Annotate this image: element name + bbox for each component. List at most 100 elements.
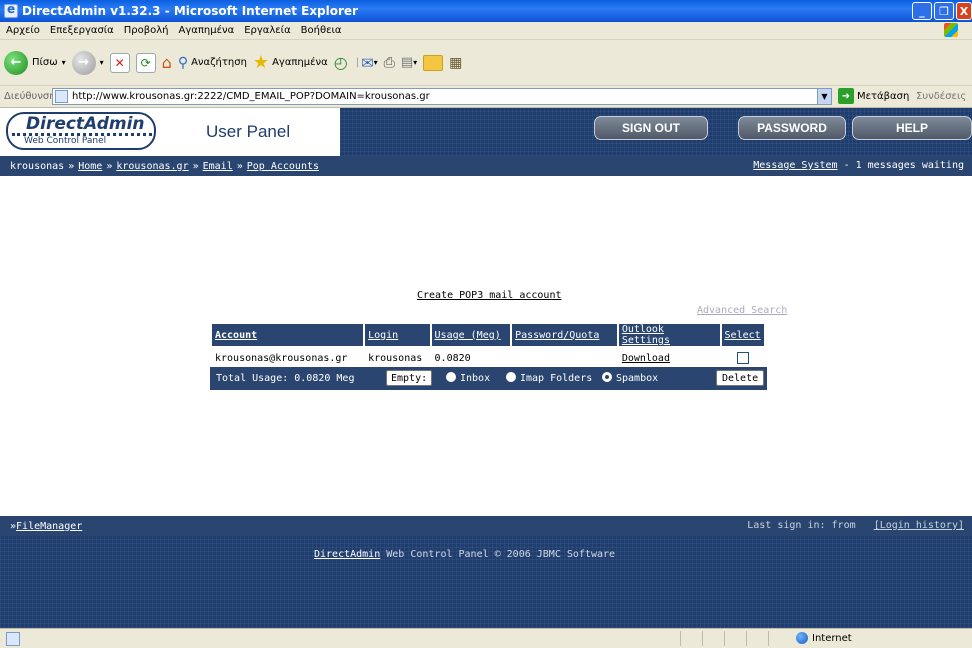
address-input[interactable]: http://www.krousonas.gr:2222/CMD_EMAIL_P… [52, 88, 832, 105]
col-select[interactable]: Select [721, 324, 764, 346]
col-outlook[interactable]: Outlook Settings [618, 324, 720, 346]
directadmin-header: DirectAdmin Web Control Panel User Panel… [0, 108, 972, 156]
breadcrumb-user: krousonas [10, 160, 65, 172]
breadcrumb-home[interactable]: Home [78, 161, 102, 172]
table-row: krousonas@krousonas.gr krousonas 0.0820 … [212, 348, 764, 368]
inbox-label: Inbox [460, 373, 491, 384]
search-label: Αναζήτηση [191, 57, 247, 68]
delete-button[interactable]: Delete [716, 370, 765, 386]
back-button[interactable]: ← Πίσω ▾ [4, 50, 66, 75]
breadcrumb-domain[interactable]: krousonas.gr [116, 161, 188, 172]
menu-view[interactable]: Προβολή [124, 25, 169, 36]
password-quota-cell [512, 348, 617, 368]
imap-radio[interactable] [506, 372, 516, 382]
footer-bar: » FileManager Last sign in: from [Login … [0, 516, 972, 536]
panel-title: User Panel [206, 122, 291, 141]
stop-icon[interactable]: ✕ [109, 52, 130, 73]
mail-dropdown-icon: ▾ [373, 58, 378, 67]
copyright: DirectAdmin Web Control Panel © 2006 JBM… [314, 549, 615, 560]
mail-icon[interactable]: ✉ [361, 54, 374, 72]
menu-tools[interactable]: Εργαλεία [244, 25, 290, 36]
status-cell [680, 631, 702, 646]
inbox-radio[interactable] [446, 372, 456, 382]
menu-help[interactable]: Βοήθεια [301, 25, 342, 36]
history-icon[interactable]: ◴ [334, 53, 348, 72]
sort-account-link[interactable]: Account [215, 330, 257, 341]
logo-title: DirectAdmin [26, 114, 145, 134]
create-pop3-link[interactable]: Create POP3 mail account [417, 290, 562, 301]
main-content: Create POP3 mail account Advanced Search… [0, 176, 972, 516]
page-status-icon [6, 631, 20, 646]
go-label: Μετάβαση [857, 90, 910, 102]
message-system-link[interactable]: Message System [753, 160, 837, 171]
menu-favorites[interactable]: Αγαπημένα [179, 25, 235, 36]
folder-icon[interactable] [423, 54, 444, 71]
go-button[interactable]: ➜ Μετάβαση [838, 88, 909, 104]
col-account[interactable]: Account [212, 324, 364, 346]
back-dropdown-icon: ▾ [61, 58, 66, 67]
sort-password-link[interactable]: Password/Quota [515, 330, 599, 341]
spambox-radio[interactable] [602, 372, 612, 382]
usage-cell: 0.0820 [431, 348, 511, 368]
empty-button[interactable]: Empty: [386, 370, 433, 386]
help-button[interactable]: HELP [852, 116, 972, 140]
window-titlebar: DirectAdmin v1.32.3 - Microsoft Internet… [0, 0, 972, 22]
favorites-button[interactable]: ★ Αγαπημένα [253, 52, 328, 73]
advanced-search-link[interactable]: Advanced Search [697, 305, 787, 316]
select-cell [721, 348, 764, 368]
back-arrow-icon: ← [4, 50, 28, 75]
account-cell: krousonas@krousonas.gr [212, 348, 364, 368]
password-button[interactable]: PASSWORD [738, 116, 846, 140]
sort-usage-link[interactable]: Usage (Meg) [435, 330, 501, 341]
col-usage[interactable]: Usage (Meg) [431, 324, 511, 346]
ie-icon [4, 2, 18, 18]
select-all-link[interactable]: Select [725, 330, 761, 341]
window-title: DirectAdmin v1.32.3 - Microsoft Internet… [22, 4, 358, 18]
breadcrumb-separator: » [192, 160, 199, 172]
total-usage-row: Total Usage: 0.0820 Meg Empty: Inbox Ima… [210, 367, 767, 390]
forward-dropdown-icon: ▾ [99, 58, 104, 67]
empty-option-spambox[interactable]: Spambox [602, 372, 658, 384]
status-cell [768, 631, 790, 646]
links-button[interactable]: Συνδέσεις [916, 91, 966, 102]
breadcrumb-pop-accounts[interactable]: Pop Accounts [247, 161, 319, 172]
sign-out-button[interactable]: SIGN OUT [594, 116, 708, 140]
forward-arrow-icon: → [71, 50, 96, 75]
sort-login-link[interactable]: Login [368, 330, 398, 341]
search-button[interactable]: ⚲ Αναζήτηση [178, 55, 247, 71]
empty-option-inbox[interactable]: Inbox [446, 372, 490, 384]
outlook-settings-link[interactable]: Outlook Settings [622, 324, 670, 346]
breadcrumb-separator: » [236, 160, 243, 172]
home-icon[interactable]: ⌂ [162, 53, 172, 72]
window-controls: _ ❐ X [912, 2, 972, 20]
status-cells [680, 631, 790, 646]
col-login[interactable]: Login [365, 324, 430, 346]
copyright-text: Web Control Panel © 2006 JBMC Software [380, 549, 616, 560]
refresh-icon[interactable]: ⟳ [135, 52, 156, 73]
select-checkbox[interactable] [736, 352, 749, 364]
maximize-button[interactable]: ❐ [934, 2, 954, 20]
close-button[interactable]: X [956, 2, 972, 20]
toolbar-divider: | [355, 57, 360, 68]
col-password-quota[interactable]: Password/Quota [512, 324, 617, 346]
breadcrumb-separator: » [106, 160, 113, 172]
directadmin-link[interactable]: DirectAdmin [314, 549, 380, 560]
logo-subtitle: Web Control Panel [24, 136, 107, 146]
address-dropdown-icon[interactable]: ▼ [817, 89, 831, 104]
print-icon[interactable]: ⎙ [384, 55, 395, 71]
media-icon[interactable]: ▦ [449, 55, 462, 71]
forward-button[interactable]: → ▾ [71, 50, 104, 75]
edit-icon[interactable]: ▤ [401, 55, 413, 70]
download-link[interactable]: Download [622, 353, 670, 364]
filemanager-link[interactable]: FileManager [16, 521, 82, 532]
table-header-row: Account Login Usage (Meg) Password/Quota… [212, 324, 764, 346]
empty-option-imap[interactable]: Imap Folders [506, 372, 592, 384]
menu-edit[interactable]: Επεξεργασία [50, 25, 114, 36]
go-arrow-icon: ➜ [838, 88, 854, 104]
minimize-button[interactable]: _ [912, 2, 932, 20]
menu-file[interactable]: Αρχείο [6, 25, 40, 36]
directadmin-logo[interactable]: DirectAdmin Web Control Panel [6, 112, 156, 150]
login-history-link[interactable]: [Login history] [874, 520, 964, 531]
security-zone: Internet [796, 632, 852, 644]
breadcrumb-email[interactable]: Email [203, 161, 233, 172]
